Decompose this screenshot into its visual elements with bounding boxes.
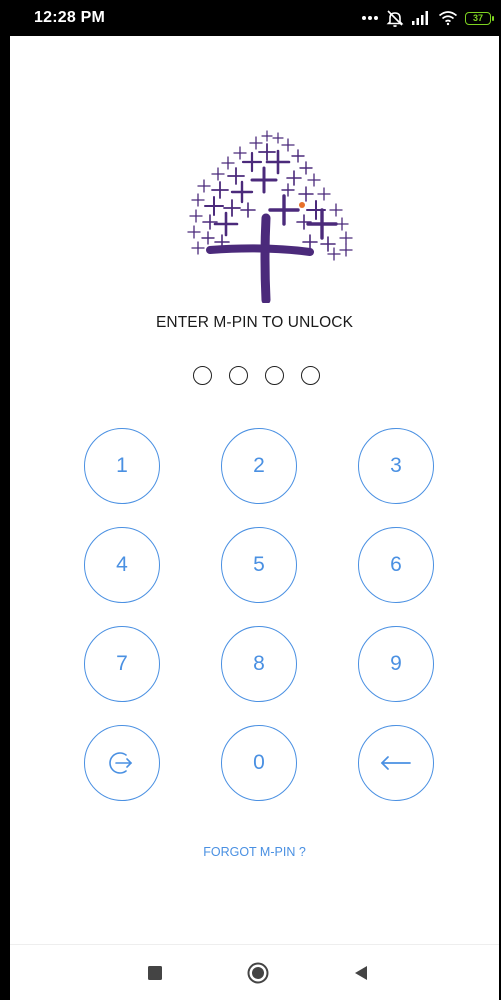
battery-icon: 37 — [465, 11, 494, 25]
pin-indicator — [193, 366, 320, 385]
recents-button[interactable] — [144, 962, 166, 984]
key-3[interactable]: 3 — [358, 428, 434, 504]
back-button[interactable] — [350, 962, 372, 984]
home-button[interactable] — [247, 962, 269, 984]
key-9[interactable]: 9 — [358, 626, 434, 702]
key-7[interactable]: 7 — [84, 626, 160, 702]
status-time: 12:28 PM — [34, 9, 105, 26]
pin-dot — [229, 366, 248, 385]
status-bar: 12:28 PM 37 — [10, 0, 499, 36]
wifi-icon — [438, 10, 458, 26]
pin-dot — [193, 366, 212, 385]
navigation-bar — [10, 944, 499, 1000]
recents-square-icon — [148, 966, 162, 980]
logout-button[interactable] — [84, 725, 160, 801]
cross-tree-logo — [187, 130, 353, 303]
pin-dot — [265, 366, 284, 385]
key-1[interactable]: 1 — [84, 428, 160, 504]
key-4[interactable]: 4 — [84, 527, 160, 603]
logout-icon — [109, 752, 133, 774]
forgot-mpin-link[interactable]: FORGOT M-PIN ? — [10, 845, 499, 859]
backspace-arrow-icon — [380, 756, 411, 770]
pin-dot — [301, 366, 320, 385]
battery-level: 37 — [472, 13, 483, 23]
status-icons: 37 — [361, 6, 494, 30]
key-6[interactable]: 6 — [358, 527, 434, 603]
alarm-off-icon — [386, 9, 404, 27]
mpin-lock-screen: 12:28 PM 37 ENTER M-PIN TO UNLOCK 1 2 3 … — [10, 0, 499, 1000]
key-5[interactable]: 5 — [221, 527, 297, 603]
more-dots-icon — [361, 15, 379, 21]
key-8[interactable]: 8 — [221, 626, 297, 702]
unlock-prompt: ENTER M-PIN TO UNLOCK — [155, 314, 354, 331]
signal-icon — [411, 10, 431, 26]
key-0[interactable]: 0 — [221, 725, 297, 801]
home-circle-icon — [247, 962, 269, 984]
backspace-button[interactable] — [358, 725, 434, 801]
key-2[interactable]: 2 — [221, 428, 297, 504]
back-triangle-icon — [355, 966, 367, 980]
